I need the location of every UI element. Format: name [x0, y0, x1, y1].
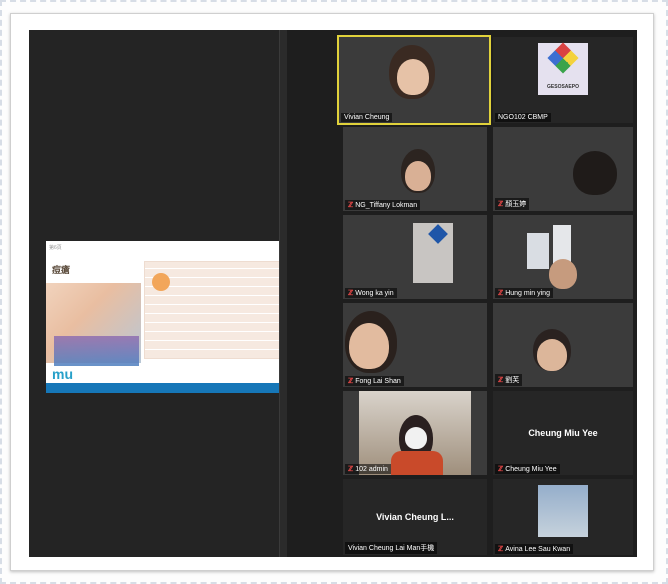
- participant-tile[interactable]: Cheung Miu Yee ℤ Cheung Miu Yee: [493, 391, 633, 475]
- participant-name: ℤ NG_Tiffany Lokman: [345, 200, 421, 210]
- slide-blurb: [54, 336, 139, 366]
- muted-mic-icon: ℤ: [348, 466, 354, 473]
- participant-name: ℤ Avina Lee Sau Kwan: [495, 544, 574, 554]
- participant-name: Vivian Cheung: [341, 113, 393, 122]
- muted-mic-icon: ℤ: [498, 377, 504, 384]
- muted-mic-icon: ℤ: [348, 202, 354, 209]
- participant-tile[interactable]: ℤ NG_Tiffany Lokman: [343, 127, 487, 211]
- participant-shirt: [391, 451, 443, 475]
- participant-video: [573, 151, 617, 195]
- participant-name: Vivian Cheung Lai Man手機: [345, 542, 438, 554]
- slide-title: 痘瘡: [52, 265, 71, 275]
- participant-profile-photo: [538, 485, 588, 537]
- logo-text: GESOSAEPO: [547, 84, 579, 90]
- participant-name: ℤ Wong ka yin: [345, 288, 397, 298]
- slide-logo: mu: [52, 366, 73, 382]
- participant-tile[interactable]: ℤ Fong Lai Shan: [343, 303, 487, 387]
- participant-name: ℤ Hung min ying: [495, 288, 553, 298]
- participant-tile[interactable]: ℤ Hung min ying: [493, 215, 633, 299]
- participant-name: ℤ Fong Lai Shan: [345, 376, 404, 386]
- participant-face: [405, 161, 431, 191]
- participant-tile[interactable]: ℤ Wong ka yin: [343, 215, 487, 299]
- participant-face: [397, 59, 429, 95]
- organization-logo: GESOSAEPO: [538, 42, 588, 95]
- muted-mic-icon: ℤ: [498, 466, 504, 473]
- muted-mic-icon: ℤ: [498, 201, 504, 208]
- muted-mic-icon: ℤ: [348, 378, 354, 385]
- participant-tile[interactable]: Vivian Cheung L... Vivian Cheung Lai Man…: [343, 479, 487, 555]
- logo-diamond-icon: [547, 42, 579, 74]
- participant-name: ℤ Cheung Miu Yee: [495, 464, 560, 474]
- gallery-view: Vivian Cheung GESOSAEPO NGO102 CBMP ℤ NG_…: [287, 30, 637, 557]
- slide-bubble-icon: [152, 273, 170, 291]
- participant-face: [537, 339, 567, 371]
- participant-name: ℤ 顏玉婷: [495, 198, 530, 210]
- participant-tile[interactable]: Vivian Cheung: [337, 35, 491, 125]
- participant-name: ℤ 102 admin: [345, 464, 391, 474]
- participant-tile[interactable]: ℤ 102 admin: [343, 391, 487, 475]
- participant-tile[interactable]: ℤ Avina Lee Sau Kwan: [493, 479, 633, 555]
- participant-name: NGO102 CBMP: [495, 113, 551, 122]
- participant-center-label: Cheung Miu Yee: [528, 428, 598, 438]
- muted-mic-icon: ℤ: [498, 546, 504, 553]
- shared-content[interactable]: 第6頁 痘瘡 mu: [46, 241, 292, 393]
- participant-tile[interactable]: ℤ 劉芙: [493, 303, 633, 387]
- slide-header: 第6頁: [46, 241, 292, 255]
- zoom-meeting-window: 第6頁 痘瘡 mu Vivian Cheung GESOSAEPO NGO102…: [10, 13, 654, 571]
- participant-tile[interactable]: ℤ 顏玉婷: [493, 127, 633, 211]
- participant-face: [549, 259, 577, 289]
- slide-footer-bar: [46, 383, 292, 393]
- participant-tile[interactable]: GESOSAEPO NGO102 CBMP: [493, 37, 633, 123]
- building: [527, 233, 549, 269]
- muted-mic-icon: ℤ: [348, 290, 354, 297]
- face-mask: [405, 427, 427, 449]
- shared-screen-stage: 第6頁 痘瘡 mu: [29, 30, 292, 557]
- muted-mic-icon: ℤ: [498, 290, 504, 297]
- participant-name: ℤ 劉芙: [495, 374, 523, 386]
- participant-face: [349, 323, 389, 369]
